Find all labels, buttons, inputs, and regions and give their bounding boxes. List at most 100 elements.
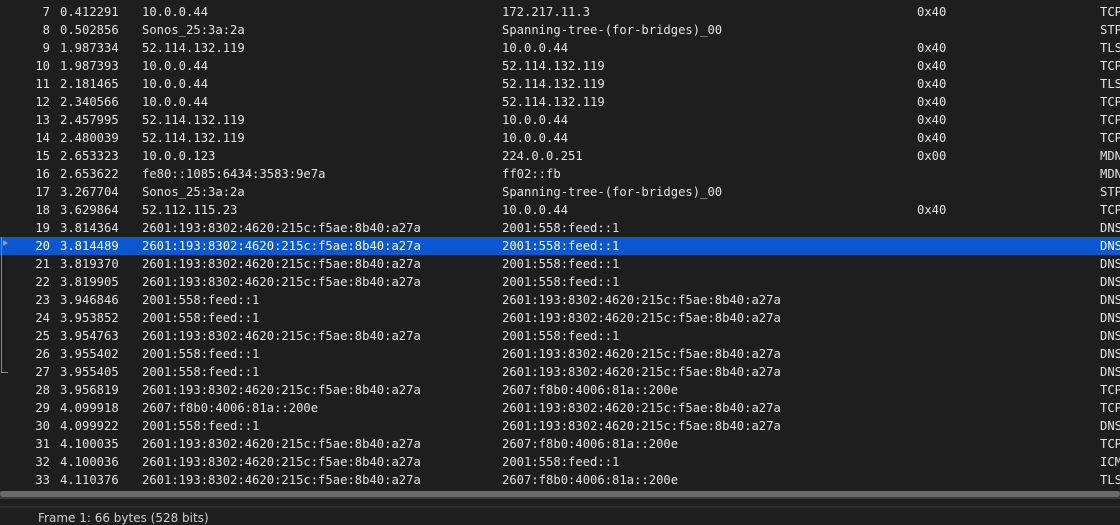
packet-protocol: TLS: [1100, 77, 1120, 91]
packet-row[interactable]: 11 2.181465 10.0.0.44 52.114.132.119 0x4…: [0, 75, 1120, 93]
packet-protocol: TCP: [1100, 437, 1120, 451]
packet-row[interactable]: 33 4.110376 2601:193:8302:4620:215c:f5ae…: [0, 471, 1120, 489]
packet-destination: 2607:f8b0:4006:81a::200e: [502, 473, 679, 487]
packet-row[interactable]: 16 2.653622 fe80::1085:6434:3583:9e7a ff…: [0, 165, 1120, 183]
packet-number: 15: [35, 149, 50, 163]
packet-row[interactable]: 17 3.267704 Sonos_25:3a:2a Spanning-tree…: [0, 183, 1120, 201]
packet-number: 10: [35, 59, 50, 73]
packet-time: 3.267704: [60, 185, 119, 199]
packet-source: 52.114.132.119: [142, 131, 245, 145]
horizontal-scrollbar-thumb[interactable]: [0, 491, 1120, 497]
packet-row[interactable]: 31 4.100035 2601:193:8302:4620:215c:f5ae…: [0, 435, 1120, 453]
packet-number: 16: [35, 167, 50, 181]
packet-destination: 10.0.0.44: [502, 131, 569, 145]
packet-row[interactable]: 8 0.502856 Sonos_25:3a:2a Spanning-tree-…: [0, 21, 1120, 39]
packet-destination: 2601:193:8302:4620:215c:f5ae:8b40:a27a: [502, 365, 781, 379]
packet-source: 52.114.132.119: [142, 41, 245, 55]
pane-divider[interactable]: [0, 506, 1120, 508]
packet-number: 13: [35, 113, 50, 127]
packet-time: 3.955405: [60, 365, 119, 379]
packet-number: 30: [35, 419, 50, 433]
packet-row[interactable]: 21 3.819370 2601:193:8302:4620:215c:f5ae…: [0, 255, 1120, 273]
packet-number: 18: [35, 203, 50, 217]
packet-destination: ff02::fb: [502, 167, 561, 181]
packet-time: 2.480039: [60, 131, 119, 145]
packet-row[interactable]: 23 3.946846 2001:558:feed::1 2601:193:83…: [0, 291, 1120, 309]
packet-tos: 0x40: [917, 203, 947, 217]
packet-destination: 2001:558:feed::1: [502, 275, 620, 289]
packet-destination: 2001:558:feed::1: [502, 221, 620, 235]
packet-tos: 0x40: [917, 59, 947, 73]
packet-row[interactable]: 7 0.412291 10.0.0.44 172.217.11.3 0x40 T…: [0, 3, 1120, 21]
packet-source: 2601:193:8302:4620:215c:f5ae:8b40:a27a: [142, 473, 421, 487]
packet-source: 2601:193:8302:4620:215c:f5ae:8b40:a27a: [142, 239, 421, 253]
packet-source: 52.112.115.23: [142, 203, 238, 217]
packet-row[interactable]: 28 3.956819 2601:193:8302:4620:215c:f5ae…: [0, 381, 1120, 399]
packet-source: fe80::1085:6434:3583:9e7a: [142, 167, 326, 181]
packet-details-first-line[interactable]: Frame 1: 66 bytes (528 bits): [38, 511, 209, 525]
packet-protocol: TCP: [1100, 59, 1120, 73]
packet-row[interactable]: 12 2.340566 10.0.0.44 52.114.132.119 0x4…: [0, 93, 1120, 111]
related-end-tick: [2, 372, 8, 373]
packet-source: 2001:558:feed::1: [142, 347, 260, 361]
packet-row[interactable]: 26 3.955402 2001:558:feed::1 2601:193:83…: [0, 345, 1120, 363]
packet-time: 4.099922: [60, 419, 119, 433]
packet-tos: 0x40: [917, 41, 947, 55]
packet-destination: 2001:558:feed::1: [502, 455, 620, 469]
packet-source: 10.0.0.44: [142, 59, 209, 73]
packet-time: 2.340566: [60, 95, 119, 109]
packet-number: 28: [35, 383, 50, 397]
packet-protocol: TCP: [1100, 131, 1120, 145]
packet-time: 0.502856: [60, 23, 119, 37]
packet-destination: 2601:193:8302:4620:215c:f5ae:8b40:a27a: [502, 419, 781, 433]
packet-row[interactable]: 9 1.987334 52.114.132.119 10.0.0.44 0x40…: [0, 39, 1120, 57]
packet-tos: 0x40: [917, 77, 947, 91]
packet-destination: 10.0.0.44: [502, 41, 569, 55]
packet-row[interactable]: 20 3.814489 2601:193:8302:4620:215c:f5ae…: [0, 237, 1120, 255]
packet-number: 11: [35, 77, 50, 91]
packet-destination: 10.0.0.44: [502, 113, 569, 127]
packet-list[interactable]: 7 0.412291 10.0.0.44 172.217.11.3 0x40 T…: [0, 3, 1120, 499]
packet-row[interactable]: 22 3.819905 2601:193:8302:4620:215c:f5ae…: [0, 273, 1120, 291]
packet-row[interactable]: 18 3.629864 52.112.115.23 10.0.0.44 0x40…: [0, 201, 1120, 219]
packet-destination: 52.114.132.119: [502, 77, 605, 91]
packet-row[interactable]: 27 3.955405 2001:558:feed::1 2601:193:83…: [0, 363, 1120, 381]
packet-protocol: STP: [1100, 185, 1120, 199]
packet-time: 2.653622: [60, 167, 119, 181]
packet-row[interactable]: 25 3.954763 2601:193:8302:4620:215c:f5ae…: [0, 327, 1120, 345]
packet-time: 2.181465: [60, 77, 119, 91]
packet-row[interactable]: 10 1.987393 10.0.0.44 52.114.132.119 0x4…: [0, 57, 1120, 75]
packet-row[interactable]: 29 4.099918 2607:f8b0:4006:81a::200e 260…: [0, 399, 1120, 417]
packet-row[interactable]: 32 4.100036 2601:193:8302:4620:215c:f5ae…: [0, 453, 1120, 471]
packet-source: 2001:558:feed::1: [142, 293, 260, 307]
packet-destination: 2607:f8b0:4006:81a::200e: [502, 383, 679, 397]
related-packets-marker: [1, 237, 8, 373]
packet-source: 2001:558:feed::1: [142, 365, 260, 379]
packet-time: 3.956819: [60, 383, 119, 397]
packet-row[interactable]: 19 3.814364 2601:193:8302:4620:215c:f5ae…: [0, 219, 1120, 237]
packet-time: 2.653323: [60, 149, 119, 163]
packet-protocol: ICMP: [1100, 455, 1120, 469]
packet-time: 3.955402: [60, 347, 119, 361]
packet-destination: Spanning-tree-(for-bridges)_00: [502, 23, 723, 37]
packet-row[interactable]: 15 2.653323 10.0.0.123 224.0.0.251 0x00 …: [0, 147, 1120, 165]
packet-row[interactable]: 30 4.099922 2001:558:feed::1 2601:193:83…: [0, 417, 1120, 435]
packet-number: 29: [35, 401, 50, 415]
packet-protocol: TCP: [1100, 5, 1120, 19]
packet-number: 31: [35, 437, 50, 451]
packet-destination: 2601:193:8302:4620:215c:f5ae:8b40:a27a: [502, 293, 781, 307]
horizontal-scrollbar[interactable]: [0, 491, 1120, 499]
packet-row[interactable]: 24 3.953852 2001:558:feed::1 2601:193:83…: [0, 309, 1120, 327]
packet-number: 14: [35, 131, 50, 145]
packet-protocol: DNS: [1100, 311, 1120, 325]
packet-time: 4.100035: [60, 437, 119, 451]
packet-row[interactable]: 14 2.480039 52.114.132.119 10.0.0.44 0x4…: [0, 129, 1120, 147]
packet-protocol: DNS: [1100, 347, 1120, 361]
packet-source: 2001:558:feed::1: [142, 311, 260, 325]
packet-destination: 2607:f8b0:4006:81a::200e: [502, 437, 679, 451]
packet-destination: 2001:558:feed::1: [502, 239, 620, 253]
packet-row[interactable]: 13 2.457995 52.114.132.119 10.0.0.44 0x4…: [0, 111, 1120, 129]
packet-source: 2601:193:8302:4620:215c:f5ae:8b40:a27a: [142, 437, 421, 451]
packet-time: 3.819905: [60, 275, 119, 289]
packet-source: 10.0.0.44: [142, 95, 209, 109]
